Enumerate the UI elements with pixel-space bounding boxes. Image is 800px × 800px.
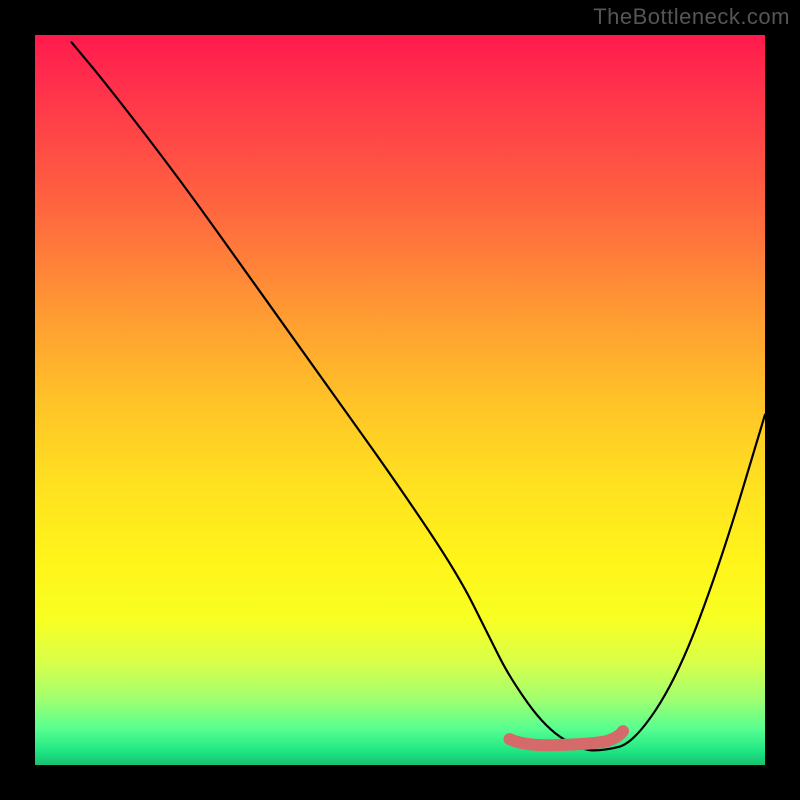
mismatch-curve: [72, 42, 766, 750]
watermark-text: TheBottleneck.com: [593, 4, 790, 30]
curve-layer: [35, 35, 765, 765]
chart-frame: TheBottleneck.com: [0, 0, 800, 800]
flat-tolerance-band: [510, 731, 624, 745]
plot-area: [35, 35, 765, 765]
